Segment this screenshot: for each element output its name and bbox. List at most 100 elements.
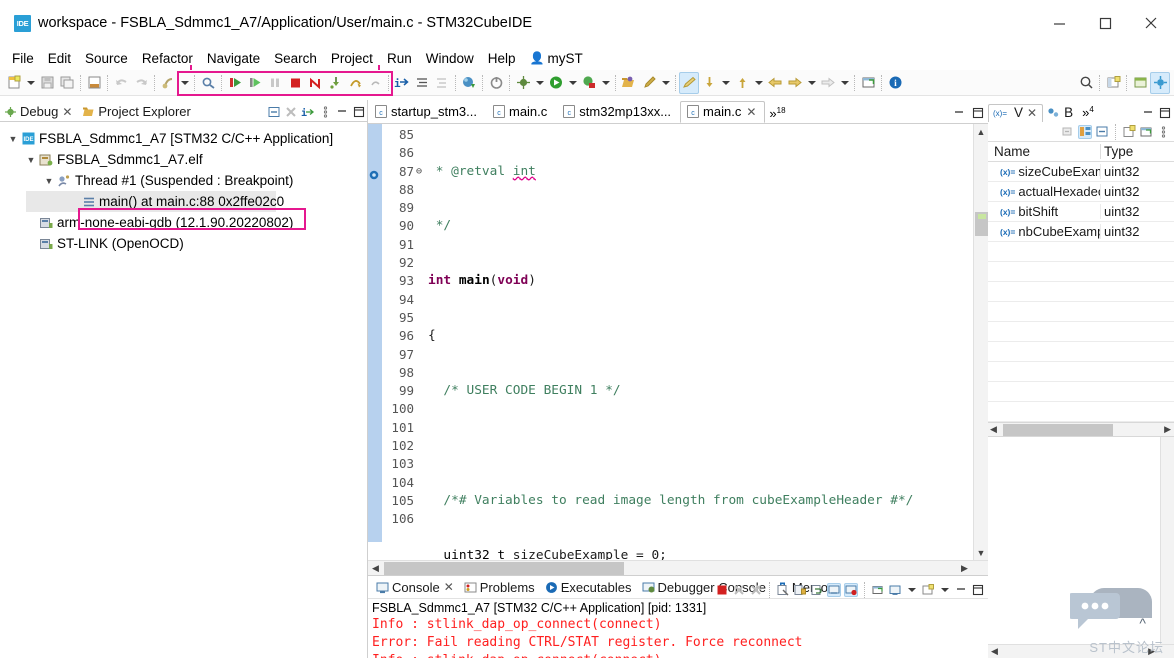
menu-run[interactable]: Run — [387, 51, 412, 66]
new-file-dropdown-icon[interactable] — [24, 72, 37, 94]
editor-vertical-scrollbar[interactable]: ▲ ▼ — [973, 124, 988, 560]
new-console-view-icon[interactable] — [888, 583, 902, 597]
scroll-left-icon[interactable]: ◀ — [990, 424, 997, 435]
menu-file[interactable]: File — [12, 51, 34, 66]
table-row[interactable]: (x)= nbCubeExampl uint32 — [988, 222, 1174, 242]
table-row-empty[interactable] — [988, 382, 1174, 402]
editor-tab-stm32mp13xx[interactable]: c stm32mp13xx... — [556, 101, 680, 123]
terminate-icon[interactable] — [285, 72, 305, 94]
collapse-variables-icon[interactable] — [1061, 125, 1075, 139]
tree-row-thread[interactable]: ▼ Thread #1 (Suspended : Breakpoint) — [4, 170, 368, 191]
tab-variables[interactable]: (x)= V ✕ — [988, 104, 1044, 122]
menu-edit[interactable]: Edit — [48, 51, 71, 66]
step-return-icon[interactable] — [365, 72, 385, 94]
table-row-empty[interactable] — [988, 242, 1174, 262]
tab-project-explorer[interactable]: Project Explorer — [78, 104, 196, 121]
minimize-variables-icon[interactable] — [1141, 106, 1155, 120]
word-wrap-icon[interactable] — [810, 583, 824, 597]
editor-tab-mainc-1[interactable]: c main.c — [486, 101, 556, 123]
pin-console-icon[interactable] — [827, 583, 841, 597]
save-all-icon[interactable] — [57, 72, 77, 94]
table-row-empty[interactable] — [988, 262, 1174, 282]
display-selected-console-icon[interactable] — [844, 583, 858, 597]
remove-launch-icon[interactable] — [732, 583, 746, 597]
menu-project[interactable]: Project — [331, 51, 373, 66]
scroll-right-icon[interactable]: ▶ — [1148, 646, 1155, 657]
editor-horizontal-scrollbar[interactable]: ◀ ▶ — [368, 560, 988, 575]
tree-row-application[interactable]: ▼ IDE FSBLA_Sdmmc1_A7 [STM32 C/C++ Appli… — [4, 128, 368, 149]
minimize-editor-icon[interactable] — [952, 106, 966, 120]
console-menu-dropdown-icon[interactable] — [938, 579, 951, 601]
folding-ruler[interactable]: ⊖ — [416, 124, 426, 560]
table-row-empty[interactable] — [988, 322, 1174, 342]
step-resume-icon[interactable] — [245, 72, 265, 94]
search-pencil-icon[interactable] — [639, 72, 659, 94]
forward-nav-icon[interactable] — [818, 72, 838, 94]
scroll-down-icon[interactable]: ▼ — [974, 545, 989, 560]
debug-dropdown-icon[interactable] — [533, 72, 546, 94]
minimize-console-icon[interactable] — [954, 583, 968, 597]
menu-navigate[interactable]: Navigate — [207, 51, 260, 66]
lower-right-horizontal-scrollbar[interactable]: ◀ ▶ — [988, 644, 1174, 658]
twisty-expanded-icon[interactable]: ▼ — [24, 155, 38, 165]
save-icon[interactable] — [37, 72, 57, 94]
external-tools-icon[interactable] — [579, 72, 599, 94]
maximize-variables-icon[interactable] — [1158, 106, 1172, 120]
tab-debug[interactable]: Debug ✕ — [0, 104, 78, 121]
table-row[interactable]: (x)= bitShift uint32 — [988, 202, 1174, 222]
step-over-icon[interactable] — [345, 72, 365, 94]
editor-marker-gutter[interactable] — [368, 124, 382, 560]
next-annotation-dropdown-icon[interactable] — [719, 72, 732, 94]
editor-tabs-overflow-button[interactable]: » 18 — [765, 106, 789, 123]
menu-source[interactable]: Source — [85, 51, 128, 66]
tree-row-elf[interactable]: ▼ FSBLA_Sdmmc1_A7.elf — [4, 149, 368, 170]
maximize-view-icon[interactable] — [352, 105, 366, 119]
tab-breakpoints[interactable]: B — [1043, 105, 1078, 122]
build-configs-dropdown-icon[interactable] — [178, 72, 191, 94]
editor-tab-startup[interactable]: c startup_stm3... — [368, 101, 486, 123]
external-tools-dropdown-icon[interactable] — [599, 72, 612, 94]
tab-debug-close-icon[interactable]: ✕ — [62, 105, 72, 119]
editor-tab-mainc-active[interactable]: c main.c ✕ — [680, 101, 766, 123]
table-row-empty[interactable] — [988, 302, 1174, 322]
skip-breakpoints-icon[interactable] — [198, 72, 218, 94]
table-row-empty[interactable] — [988, 282, 1174, 302]
new-expression-icon[interactable] — [1122, 125, 1136, 139]
close-icon[interactable] — [1128, 0, 1174, 46]
tab-console-close-icon[interactable]: ✕ — [444, 580, 454, 594]
open-perspective-icon[interactable] — [1103, 72, 1123, 94]
new-file-icon[interactable] — [4, 72, 24, 94]
run-icon[interactable] — [546, 72, 566, 94]
show-disassembly-icon[interactable] — [412, 72, 432, 94]
power-icon[interactable] — [486, 72, 506, 94]
disassembly-mode-icon[interactable] — [432, 72, 452, 94]
run-dropdown-icon[interactable] — [566, 72, 579, 94]
forward-icon[interactable] — [785, 72, 805, 94]
redo-icon[interactable] — [131, 72, 151, 94]
collapse-all-variables-icon[interactable] — [1095, 125, 1109, 139]
tree-row-stackframe[interactable]: main() at main.c:88 0x2ffe02c0 — [26, 191, 284, 212]
instruction-stepping-icon[interactable]: i — [392, 72, 412, 94]
table-row[interactable]: (x)= actualHexadeci uint32 — [988, 182, 1174, 202]
menu-search[interactable]: Search — [274, 51, 317, 66]
hscrollbar-thumb[interactable] — [384, 562, 624, 575]
menu-refactor[interactable]: Refactor — [142, 51, 193, 66]
new-window-icon[interactable] — [858, 72, 878, 94]
menu-window[interactable]: Window — [426, 51, 474, 66]
code-editor[interactable]: 85 86 87 88 89 90 91 92 93 94 95 96 97 98 99 100 101 10… — [368, 123, 988, 560]
debug-config-icon[interactable] — [459, 72, 479, 94]
twisty-expanded-icon[interactable]: ▼ — [42, 176, 56, 186]
tree-row-stlink[interactable]: ST-LINK (OpenOCD) — [4, 233, 368, 254]
open-new-view-icon[interactable] — [1139, 125, 1153, 139]
variables-horizontal-scrollbar[interactable]: ◀ ▶ — [988, 422, 1174, 437]
scroll-left-icon[interactable]: ◀ — [991, 646, 998, 657]
resume-icon[interactable] — [225, 72, 245, 94]
twisty-expanded-icon[interactable]: ▼ — [6, 134, 20, 144]
scroll-right-icon[interactable]: ▶ — [957, 563, 972, 574]
debug-icon[interactable] — [513, 72, 533, 94]
table-row-empty[interactable] — [988, 402, 1174, 422]
undo-icon[interactable] — [111, 72, 131, 94]
maximize-editor-icon[interactable] — [971, 106, 985, 120]
variables-tabs-overflow-button[interactable]: » 4 — [1078, 105, 1098, 122]
tab-executables[interactable]: Executables — [541, 580, 636, 595]
